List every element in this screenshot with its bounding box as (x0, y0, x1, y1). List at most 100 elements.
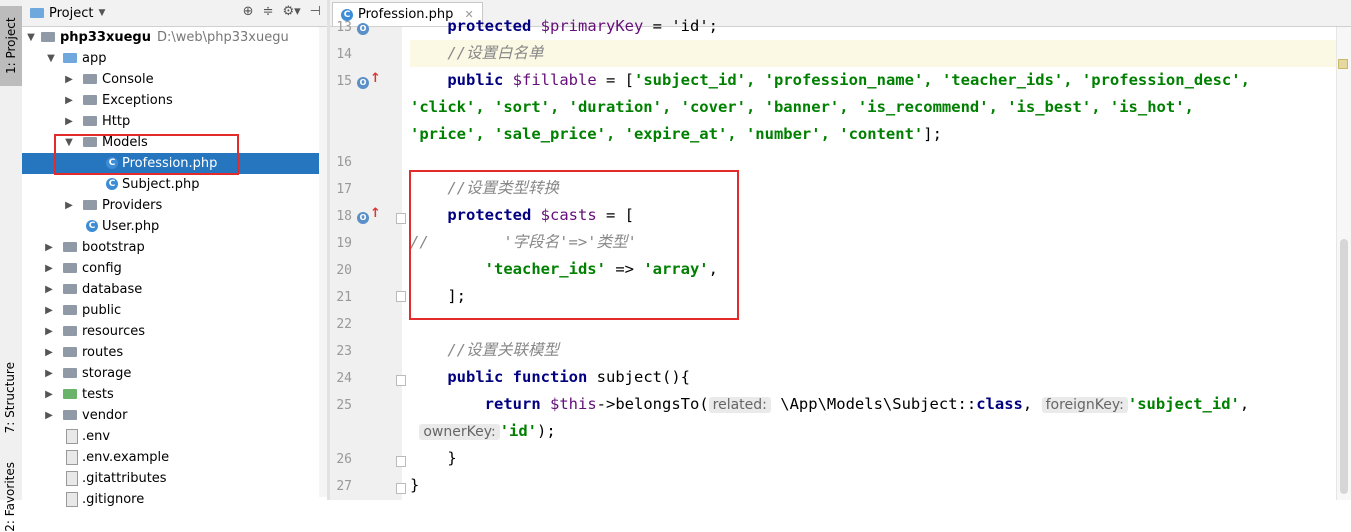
line-number: 14 (336, 47, 352, 62)
tree-item-label: .env (82, 429, 111, 444)
tree-root[interactable]: ▼ php33xuegu D:\web\php33xuegu (22, 27, 327, 48)
fold-marker-icon[interactable] (396, 291, 406, 302)
tree-item-storage[interactable]: ▶ storage (22, 363, 327, 384)
file-icon (66, 429, 78, 444)
line-number: 23 (336, 344, 352, 359)
tree-item-label: .env.example (82, 450, 170, 465)
root-path: D:\web\php33xuegu (156, 30, 289, 45)
tree-item-tests[interactable]: ▶ tests (22, 384, 327, 405)
tree-item-env-example[interactable]: .env.example (22, 447, 327, 468)
tree-item-config[interactable]: ▶ config (22, 258, 327, 279)
locate-icon[interactable]: ⊕ (243, 4, 254, 19)
line-number: 26 (336, 452, 352, 467)
tree-item-subject-php[interactable]: C Subject.php (22, 174, 327, 195)
project-tool-tab[interactable]: 1: Project (0, 6, 22, 86)
tree-item-vendor[interactable]: ▶ vendor (22, 405, 327, 426)
folder-icon (63, 410, 77, 420)
collapse-arrow-icon[interactable]: ▶ (44, 342, 54, 363)
expand-arrow-icon[interactable]: ▼ (46, 48, 56, 69)
folder-icon (63, 53, 77, 63)
string-list: 'subject_id', 'profession_name', 'teache… (634, 71, 1250, 89)
override-marker-icon[interactable]: O (357, 77, 369, 89)
code-text: subject(){ (587, 368, 690, 386)
fold-marker-icon[interactable] (396, 483, 406, 494)
line-number: 27 (336, 479, 352, 494)
tree-item-label: app (82, 51, 107, 66)
collapse-arrow-icon[interactable]: ▶ (44, 321, 54, 342)
tree-item-env[interactable]: .env (22, 426, 327, 447)
tree-item-exceptions[interactable]: ▶ Exceptions (22, 90, 327, 111)
collapse-arrow-icon[interactable]: ▶ (64, 69, 74, 90)
tree-item-user-php[interactable]: C User.php (22, 216, 327, 237)
code-line-26: } (410, 445, 1337, 472)
override-marker-icon[interactable]: O (357, 212, 369, 224)
tree-item-http[interactable]: ▶ Http (22, 111, 327, 132)
project-panel-scrollbar[interactable] (319, 27, 327, 497)
collapse-arrow-icon[interactable]: ▶ (44, 279, 54, 300)
line-number: 16 (336, 155, 352, 170)
inspection-marker-icon[interactable] (1338, 59, 1348, 69)
implements-arrow-icon[interactable]: ↑ (370, 71, 381, 86)
tree-item-providers[interactable]: ▶ Providers (22, 195, 327, 216)
tree-item-label: storage (82, 366, 132, 381)
fold-marker-icon[interactable] (396, 456, 406, 467)
structure-tool-tab[interactable]: 7: Structure (3, 362, 17, 433)
keyword: return (484, 395, 541, 413)
code-text: ]; (923, 125, 942, 143)
tree-item-label: Console (102, 72, 154, 87)
tree-item-routes[interactable]: ▶ routes (22, 342, 327, 363)
tree-item-app[interactable]: ▼ app (22, 48, 327, 69)
folder-icon (83, 95, 97, 105)
tree-item-gitattributes[interactable]: .gitattributes (22, 468, 327, 489)
line-number: 13 (336, 20, 352, 35)
php-class-icon: C (341, 8, 353, 21)
tree-item-console[interactable]: ▶ Console (22, 69, 327, 90)
tree-item-database[interactable]: ▶ database (22, 279, 327, 300)
expand-arrow-icon[interactable]: ▼ (26, 27, 36, 48)
collapse-arrow-icon[interactable]: ▶ (44, 258, 54, 279)
collapse-arrow-icon[interactable]: ▶ (64, 90, 74, 111)
fold-marker-icon[interactable] (396, 375, 406, 386)
gear-icon[interactable]: ⚙▾ (282, 4, 300, 19)
file-icon (66, 450, 78, 465)
line-number: 24 (336, 371, 352, 386)
code-text: , (1239, 395, 1250, 413)
editor-scrollbar[interactable] (1336, 27, 1351, 500)
code-text: ); (537, 422, 556, 440)
project-panel-title: Project (49, 5, 94, 21)
collapse-arrow-icon[interactable]: ▶ (44, 384, 54, 405)
project-view-selector[interactable]: Project ▼ (30, 6, 105, 21)
collapse-arrow-icon[interactable]: ▶ (44, 363, 54, 384)
collapse-all-icon[interactable]: ≑ (263, 4, 274, 19)
tree-item-resources[interactable]: ▶ resources (22, 321, 327, 342)
project-panel-header: Project ▼ ⊕ ≑ ⚙▾ ⊣ (22, 0, 327, 27)
code-line-14: //设置白名单 (410, 40, 1337, 67)
collapse-arrow-icon[interactable]: ▶ (44, 237, 54, 258)
collapse-arrow-icon[interactable]: ▶ (44, 405, 54, 426)
collapse-arrow-icon[interactable]: ▶ (64, 195, 74, 216)
code-text: , (1022, 395, 1033, 413)
string-list: 'price', 'sale_price', 'expire_at', 'num… (410, 125, 924, 143)
scrollbar-thumb[interactable] (1340, 239, 1348, 494)
implements-arrow-icon[interactable]: ↑ (370, 206, 381, 221)
hide-panel-icon[interactable]: ⊣ (310, 4, 321, 19)
tree-item-public[interactable]: ▶ public (22, 300, 327, 321)
tree-item-bootstrap[interactable]: ▶ bootstrap (22, 237, 327, 258)
favorites-tool-tab[interactable]: 2: Favorites (3, 462, 17, 532)
project-panel: Project ▼ ⊕ ≑ ⚙▾ ⊣ ▼ php33xuegu D:\web\ph… (22, 0, 327, 507)
folder-icon (83, 116, 97, 126)
override-marker-icon[interactable]: O (357, 23, 369, 35)
comment: //设置关联模型 (447, 341, 559, 359)
tree-item-label: tests (82, 387, 114, 402)
collapse-arrow-icon[interactable]: ▶ (64, 111, 74, 132)
comment: //设置白名单 (447, 44, 544, 62)
tree-item-label: User.php (102, 219, 160, 234)
string: 'subject_id' (1127, 395, 1240, 413)
collapse-arrow-icon[interactable]: ▶ (44, 300, 54, 321)
parameter-hint: foreignKey: (1041, 397, 1128, 413)
code-text: ->belongsTo( (596, 395, 709, 413)
line-number: 15 (336, 74, 352, 89)
fold-marker-icon[interactable] (396, 213, 406, 224)
tree-item-label: Subject.php (122, 177, 200, 192)
tree-item-label: Providers (102, 198, 163, 213)
